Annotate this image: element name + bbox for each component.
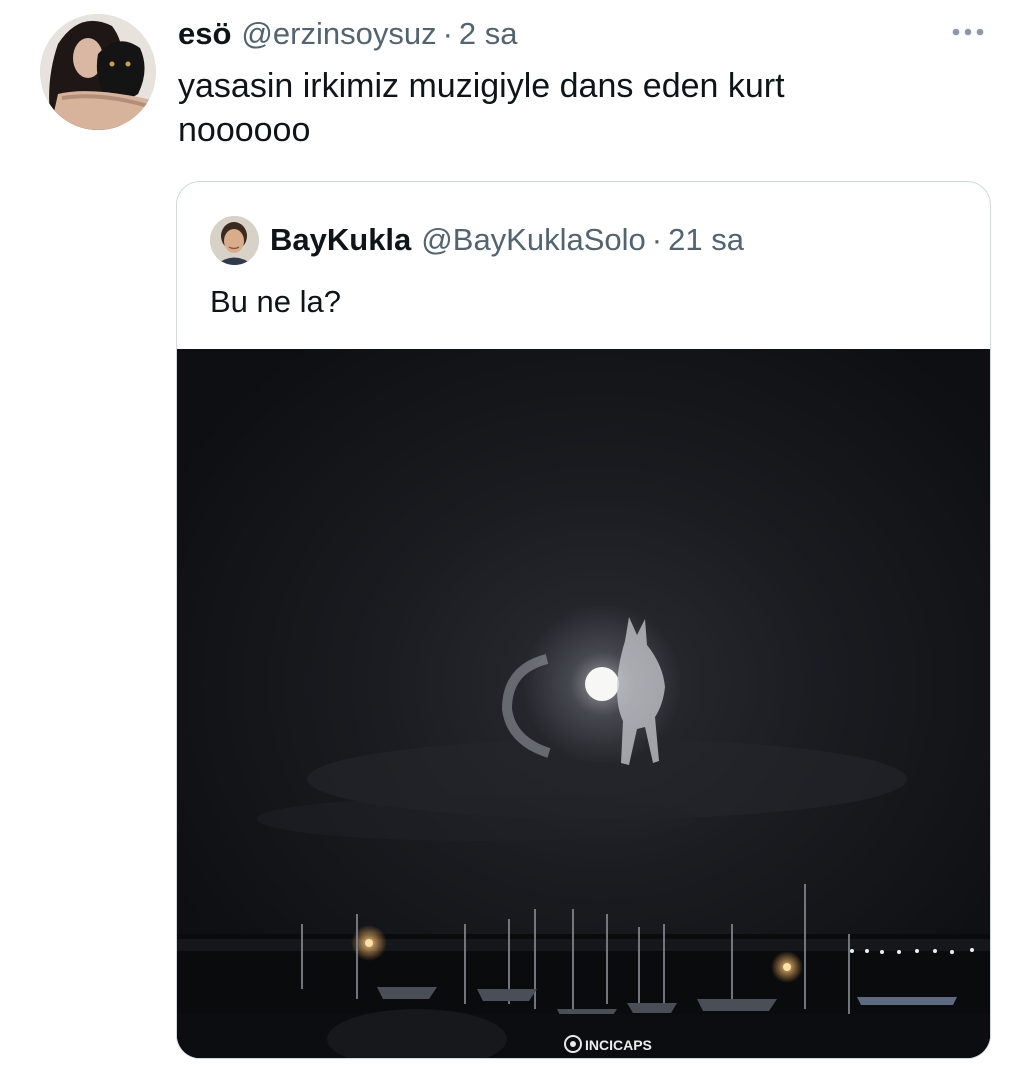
author-avatar[interactable] [40, 14, 156, 130]
more-horizontal-icon [952, 28, 984, 36]
quoted-author-name[interactable]: BayKukla [270, 222, 411, 258]
tweet-timestamp[interactable]: 2 sa [459, 16, 518, 52]
watermark-text: INCICAPS [585, 1037, 652, 1053]
quoted-avatar-image [210, 216, 259, 265]
author-name[interactable]: esö [178, 16, 231, 52]
quoted-tweet-timestamp[interactable]: 21 sa [668, 222, 744, 258]
quoted-author-avatar[interactable] [210, 216, 259, 265]
quoted-tweet-text: Bu ne la? [210, 284, 341, 319]
separator-dot: · [651, 222, 663, 257]
tweet-text-line: yasasin irkimiz muzigiyle dans eden kurt [178, 67, 785, 105]
night-sky-moon-photo: INCICAPS [177, 349, 990, 1058]
quoted-tweet-header: BayKukla @BayKuklaSolo · 21 sa [270, 220, 744, 260]
tweet-header: esö @erzinsoysuz · 2 sa [178, 14, 518, 54]
tweet-text-line: noooooo [178, 111, 311, 149]
quoted-author-handle[interactable]: @BayKuklaSolo [421, 222, 645, 258]
quoted-tweet-card[interactable]: BayKukla @BayKuklaSolo · 21 sa Bu ne la? [176, 181, 991, 1059]
tweet-text: yasasin irkimiz muzigiyle dans eden kurt… [178, 64, 938, 152]
more-options-button[interactable] [944, 18, 992, 46]
avatar-image [40, 14, 156, 130]
separator-dot: · [442, 16, 453, 51]
quoted-tweet-photo[interactable]: INCICAPS [177, 349, 990, 1058]
author-handle[interactable]: @erzinsoysuz [241, 16, 436, 52]
